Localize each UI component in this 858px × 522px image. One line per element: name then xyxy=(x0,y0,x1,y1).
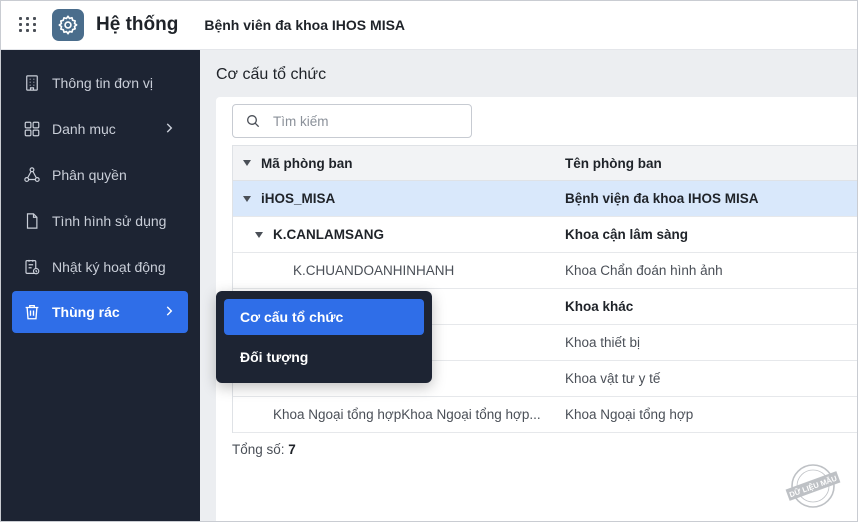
page-title: Cơ cấu tổ chức xyxy=(216,66,327,83)
table-row[interactable]: iHOS_MISA Bệnh viện đa khoa IHOS MISA xyxy=(233,181,858,217)
total-label: Tổng số: xyxy=(232,442,285,457)
row-code: iHOS_MISA xyxy=(261,191,336,206)
trash-icon xyxy=(22,302,42,322)
table-row[interactable]: K.CANLAMSANG Khoa cận lâm sàng xyxy=(233,217,858,253)
category-grid-icon xyxy=(22,119,42,139)
sidebar-item-categories[interactable]: Danh mục xyxy=(12,108,188,150)
row-name: Khoa khác xyxy=(565,299,634,314)
organization-name: Bệnh viên đa khoa IHOS MISA xyxy=(204,16,406,33)
row-name: Khoa thiết bị xyxy=(565,335,641,350)
main-content: Cơ cấu tổ chức Mã phòng ban Tên phòng ba… xyxy=(200,50,858,522)
sidebar-item-label: Thùng rác xyxy=(52,304,120,320)
sidebar: Thông tin đơn vị Danh mục Phân quyền Tìn… xyxy=(0,50,200,522)
settings-gear-icon[interactable] xyxy=(52,8,84,41)
table-row[interactable]: Khoa Ngoại tổng hợpKhoa Ngoại tổng hợp..… xyxy=(233,397,858,433)
sidebar-item-usage[interactable]: Tình hình sử dụng xyxy=(12,200,188,242)
row-code: K.CANLAMSANG xyxy=(273,227,384,242)
chevron-right-icon xyxy=(162,121,176,140)
caret-down-icon[interactable] xyxy=(255,231,263,238)
trash-submenu: Cơ cấu tổ chức Đối tượng xyxy=(216,291,432,383)
sidebar-item-unit-info[interactable]: Thông tin đơn vị xyxy=(12,62,188,104)
sample-data-stamp-icon: DỮ LIỆU MẪU xyxy=(784,462,842,510)
row-name: Khoa Ngoại tổng hợp xyxy=(565,407,694,422)
building-icon xyxy=(22,73,42,93)
row-name: Khoa vật tư y tế xyxy=(565,371,661,386)
search-input[interactable] xyxy=(273,113,463,129)
column-header-name[interactable]: Tên phòng ban xyxy=(565,156,858,171)
row-code: Khoa Ngoại tổng hợpKhoa Ngoại tổng hợp..… xyxy=(273,407,541,422)
caret-down-icon[interactable] xyxy=(243,195,251,202)
submenu-item-org-structure[interactable]: Cơ cấu tổ chức xyxy=(224,299,424,335)
row-name: Khoa Chẩn đoán hình ảnh xyxy=(565,263,723,278)
org-structure-table: Mã phòng ban Tên phòng ban iHOS_MISA Bện… xyxy=(232,145,858,433)
total-value: 7 xyxy=(288,442,296,457)
permission-nodes-icon xyxy=(22,165,42,185)
caret-down-icon[interactable] xyxy=(243,160,251,166)
search-icon xyxy=(245,113,261,129)
activity-log-icon xyxy=(22,257,42,277)
app-title: Hệ thống xyxy=(96,13,179,35)
submenu-item-objects[interactable]: Đối tượng xyxy=(224,339,424,375)
top-header: Hệ thống Bệnh viên đa khoa IHOS MISA xyxy=(0,0,858,50)
table-header: Mã phòng ban Tên phòng ban xyxy=(233,145,858,181)
sidebar-item-label: Thông tin đơn vị xyxy=(52,75,154,91)
chevron-right-icon xyxy=(162,304,176,323)
sidebar-item-label: Phân quyền xyxy=(52,167,127,183)
search-box[interactable] xyxy=(232,104,472,138)
sidebar-item-trash[interactable]: Thùng rác xyxy=(12,291,188,333)
sidebar-item-activity-log[interactable]: Nhật ký hoạt động xyxy=(12,246,188,288)
sidebar-item-label: Tình hình sử dụng xyxy=(52,213,167,229)
app-launcher-icon[interactable] xyxy=(17,14,39,36)
sidebar-item-permissions[interactable]: Phân quyền xyxy=(12,154,188,196)
row-name: Khoa cận lâm sàng xyxy=(565,227,689,242)
total-count: Tổng số: 7 xyxy=(232,442,296,457)
row-name: Bệnh viện đa khoa IHOS MISA xyxy=(565,191,759,206)
document-icon xyxy=(22,211,42,231)
row-code: K.CHUANDOANHINHANH xyxy=(293,263,455,278)
sidebar-item-label: Nhật ký hoạt động xyxy=(52,259,166,275)
column-header-code[interactable]: Mã phòng ban xyxy=(233,156,565,171)
sidebar-item-label: Danh mục xyxy=(52,121,116,137)
table-row[interactable]: K.CHUANDOANHINHANH Khoa Chẩn đoán hình ả… xyxy=(233,253,858,289)
